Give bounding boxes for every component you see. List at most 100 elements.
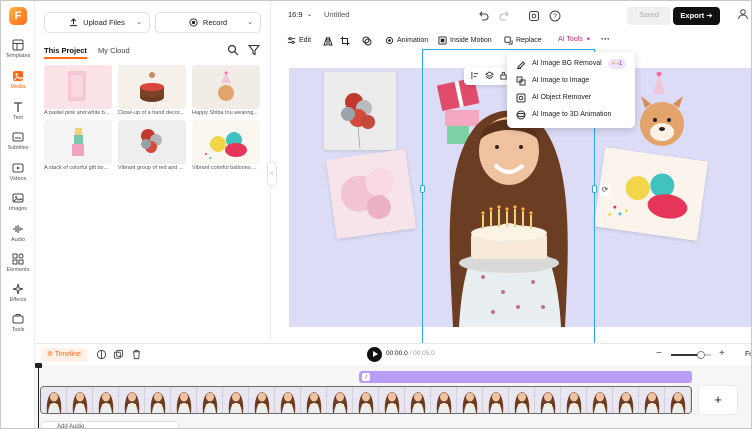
fit-button[interactable]: Fi	[745, 351, 751, 358]
media-thumb[interactable]	[118, 65, 186, 109]
chevron-down-icon[interactable]: ⌄	[136, 18, 142, 26]
filmstrip-frame	[41, 387, 67, 413]
media-thumb[interactable]	[192, 120, 260, 164]
rail-item-subtitles[interactable]: Subtitles	[1, 131, 35, 159]
filmstrip-frame	[509, 387, 535, 413]
timeline-icon: ⟰	[47, 351, 53, 358]
rail-item-media[interactable]: Media	[1, 70, 35, 98]
add-audio-button[interactable]: Add Audio	[41, 421, 179, 428]
panel-collapse-handle[interactable]: ‹	[267, 161, 277, 187]
flip-icon[interactable]	[323, 36, 333, 46]
export-label: Export	[680, 11, 705, 20]
filmstrip-frame	[561, 387, 587, 413]
duplicate-icon[interactable]	[113, 349, 124, 360]
canvas-photo-colorful-balloons[interactable]	[593, 147, 709, 241]
tools-icon	[12, 314, 24, 324]
export-button[interactable]: Export ➔	[673, 7, 720, 25]
rail-item-audio[interactable]: Audio	[1, 223, 35, 251]
animation-label: Animation	[397, 37, 429, 44]
crop-icon[interactable]	[340, 36, 350, 46]
replace-button[interactable]: Replace	[504, 36, 542, 45]
align-icon[interactable]	[471, 71, 480, 80]
credit-value: -1	[616, 60, 623, 67]
upload-icon	[70, 18, 78, 27]
object-remover-icon	[516, 93, 526, 102]
canvas-photo-balloons[interactable]	[324, 72, 396, 150]
zoom-slider-knob[interactable]	[697, 351, 705, 359]
upload-files-button[interactable]: Upload Files ⌄	[44, 12, 150, 33]
inside-motion-button[interactable]: Inside Motion	[438, 36, 492, 45]
zoom-out-icon[interactable]: −	[656, 348, 662, 359]
timeline-label: Timeline	[54, 351, 81, 358]
filmstrip-frame	[301, 387, 327, 413]
resize-handle-right[interactable]	[592, 185, 597, 193]
media-thumb[interactable]	[192, 65, 260, 109]
coin-icon: ●	[611, 60, 616, 67]
split-icon[interactable]	[96, 349, 107, 360]
menu-item-3d-animation[interactable]: AI Image to 3D Animation	[507, 106, 635, 123]
record-button[interactable]: Record ⌄	[155, 12, 261, 33]
trash-icon[interactable]	[131, 349, 142, 360]
sliders-icon	[287, 37, 296, 44]
play-button[interactable]	[367, 347, 382, 362]
filmstrip-frame	[353, 387, 379, 413]
more-icon[interactable]: ···	[601, 34, 610, 44]
rail-item-elements[interactable]: Elements	[1, 253, 35, 281]
playhead-handle[interactable]	[35, 363, 42, 368]
videos-icon	[12, 163, 24, 173]
templates-icon	[12, 39, 24, 51]
menu-item-image-to-image[interactable]: AI Image to Image	[507, 72, 635, 89]
layers-icon[interactable]	[485, 71, 494, 80]
chevron-down-icon[interactable]: ⌄	[247, 18, 253, 26]
inside-motion-icon	[438, 36, 447, 45]
zoom-in-icon[interactable]: +	[719, 348, 725, 359]
tab-this-project[interactable]: This Project	[44, 46, 87, 59]
timeline-toggle[interactable]: ⟰ Timeline	[41, 348, 87, 362]
3d-animation-icon	[516, 110, 526, 119]
rotate-icon[interactable]: ⟳	[599, 184, 611, 196]
redo-icon[interactable]	[499, 10, 511, 22]
edit-button[interactable]: Edit	[287, 36, 311, 45]
media-thumb[interactable]	[118, 120, 186, 164]
media-thumb[interactable]	[44, 120, 112, 164]
rail-item-text[interactable]: Text	[1, 101, 35, 129]
search-icon[interactable]	[227, 44, 239, 56]
filmstrip-frame	[223, 387, 249, 413]
filmstrip-frame	[587, 387, 613, 413]
zoom-slider[interactable]	[671, 351, 711, 359]
tab-my-cloud[interactable]: My Cloud	[98, 46, 130, 55]
project-title[interactable]: Untitled	[324, 10, 349, 19]
audio-icon	[13, 225, 23, 233]
menu-item-bg-removal[interactable]: AI Image BG Removal ● -1	[507, 55, 635, 72]
add-track-button[interactable]: +	[698, 385, 738, 415]
app-logo[interactable]: F	[9, 7, 27, 25]
aspect-ratio-select[interactable]: 16:9	[288, 10, 303, 19]
media-thumb[interactable]	[44, 65, 112, 109]
filmstrip-frame	[93, 387, 119, 413]
screenshot-icon[interactable]	[528, 10, 540, 22]
thumb-caption: Vibrant colorful balloons ...	[192, 165, 257, 171]
filter-icon[interactable]	[248, 44, 260, 56]
audio-clip[interactable]: ♪	[359, 371, 692, 383]
image-to-image-icon	[516, 76, 526, 85]
rail-item-effects[interactable]: Effects	[1, 283, 35, 311]
menu-item-label: AI Object Remover	[532, 94, 592, 101]
rail-item-videos[interactable]: Videos	[1, 162, 35, 190]
rail-item-images[interactable]: Images	[1, 192, 35, 220]
ai-tools-button[interactable]: AI Tools ✦	[558, 36, 591, 43]
menu-item-object-remover[interactable]: AI Object Remover	[507, 89, 635, 106]
chevron-down-icon[interactable]: ⌄	[307, 11, 312, 18]
video-clip-track[interactable]	[40, 386, 692, 414]
user-avatar-icon[interactable]	[737, 8, 749, 20]
undo-icon[interactable]	[477, 10, 489, 22]
resize-handle-left[interactable]	[420, 185, 425, 193]
rail-item-tools[interactable]: Tools	[1, 313, 35, 341]
filmstrip-frame	[327, 387, 353, 413]
rail-item-templates[interactable]: Templates	[1, 39, 35, 67]
animation-button[interactable]: Animation	[385, 36, 428, 45]
help-icon[interactable]: ?	[549, 10, 561, 22]
mask-icon[interactable]	[362, 36, 372, 46]
playhead[interactable]	[38, 365, 39, 428]
bg-removal-icon	[517, 60, 526, 69]
canvas-photo-pink-balloons[interactable]	[325, 148, 417, 240]
